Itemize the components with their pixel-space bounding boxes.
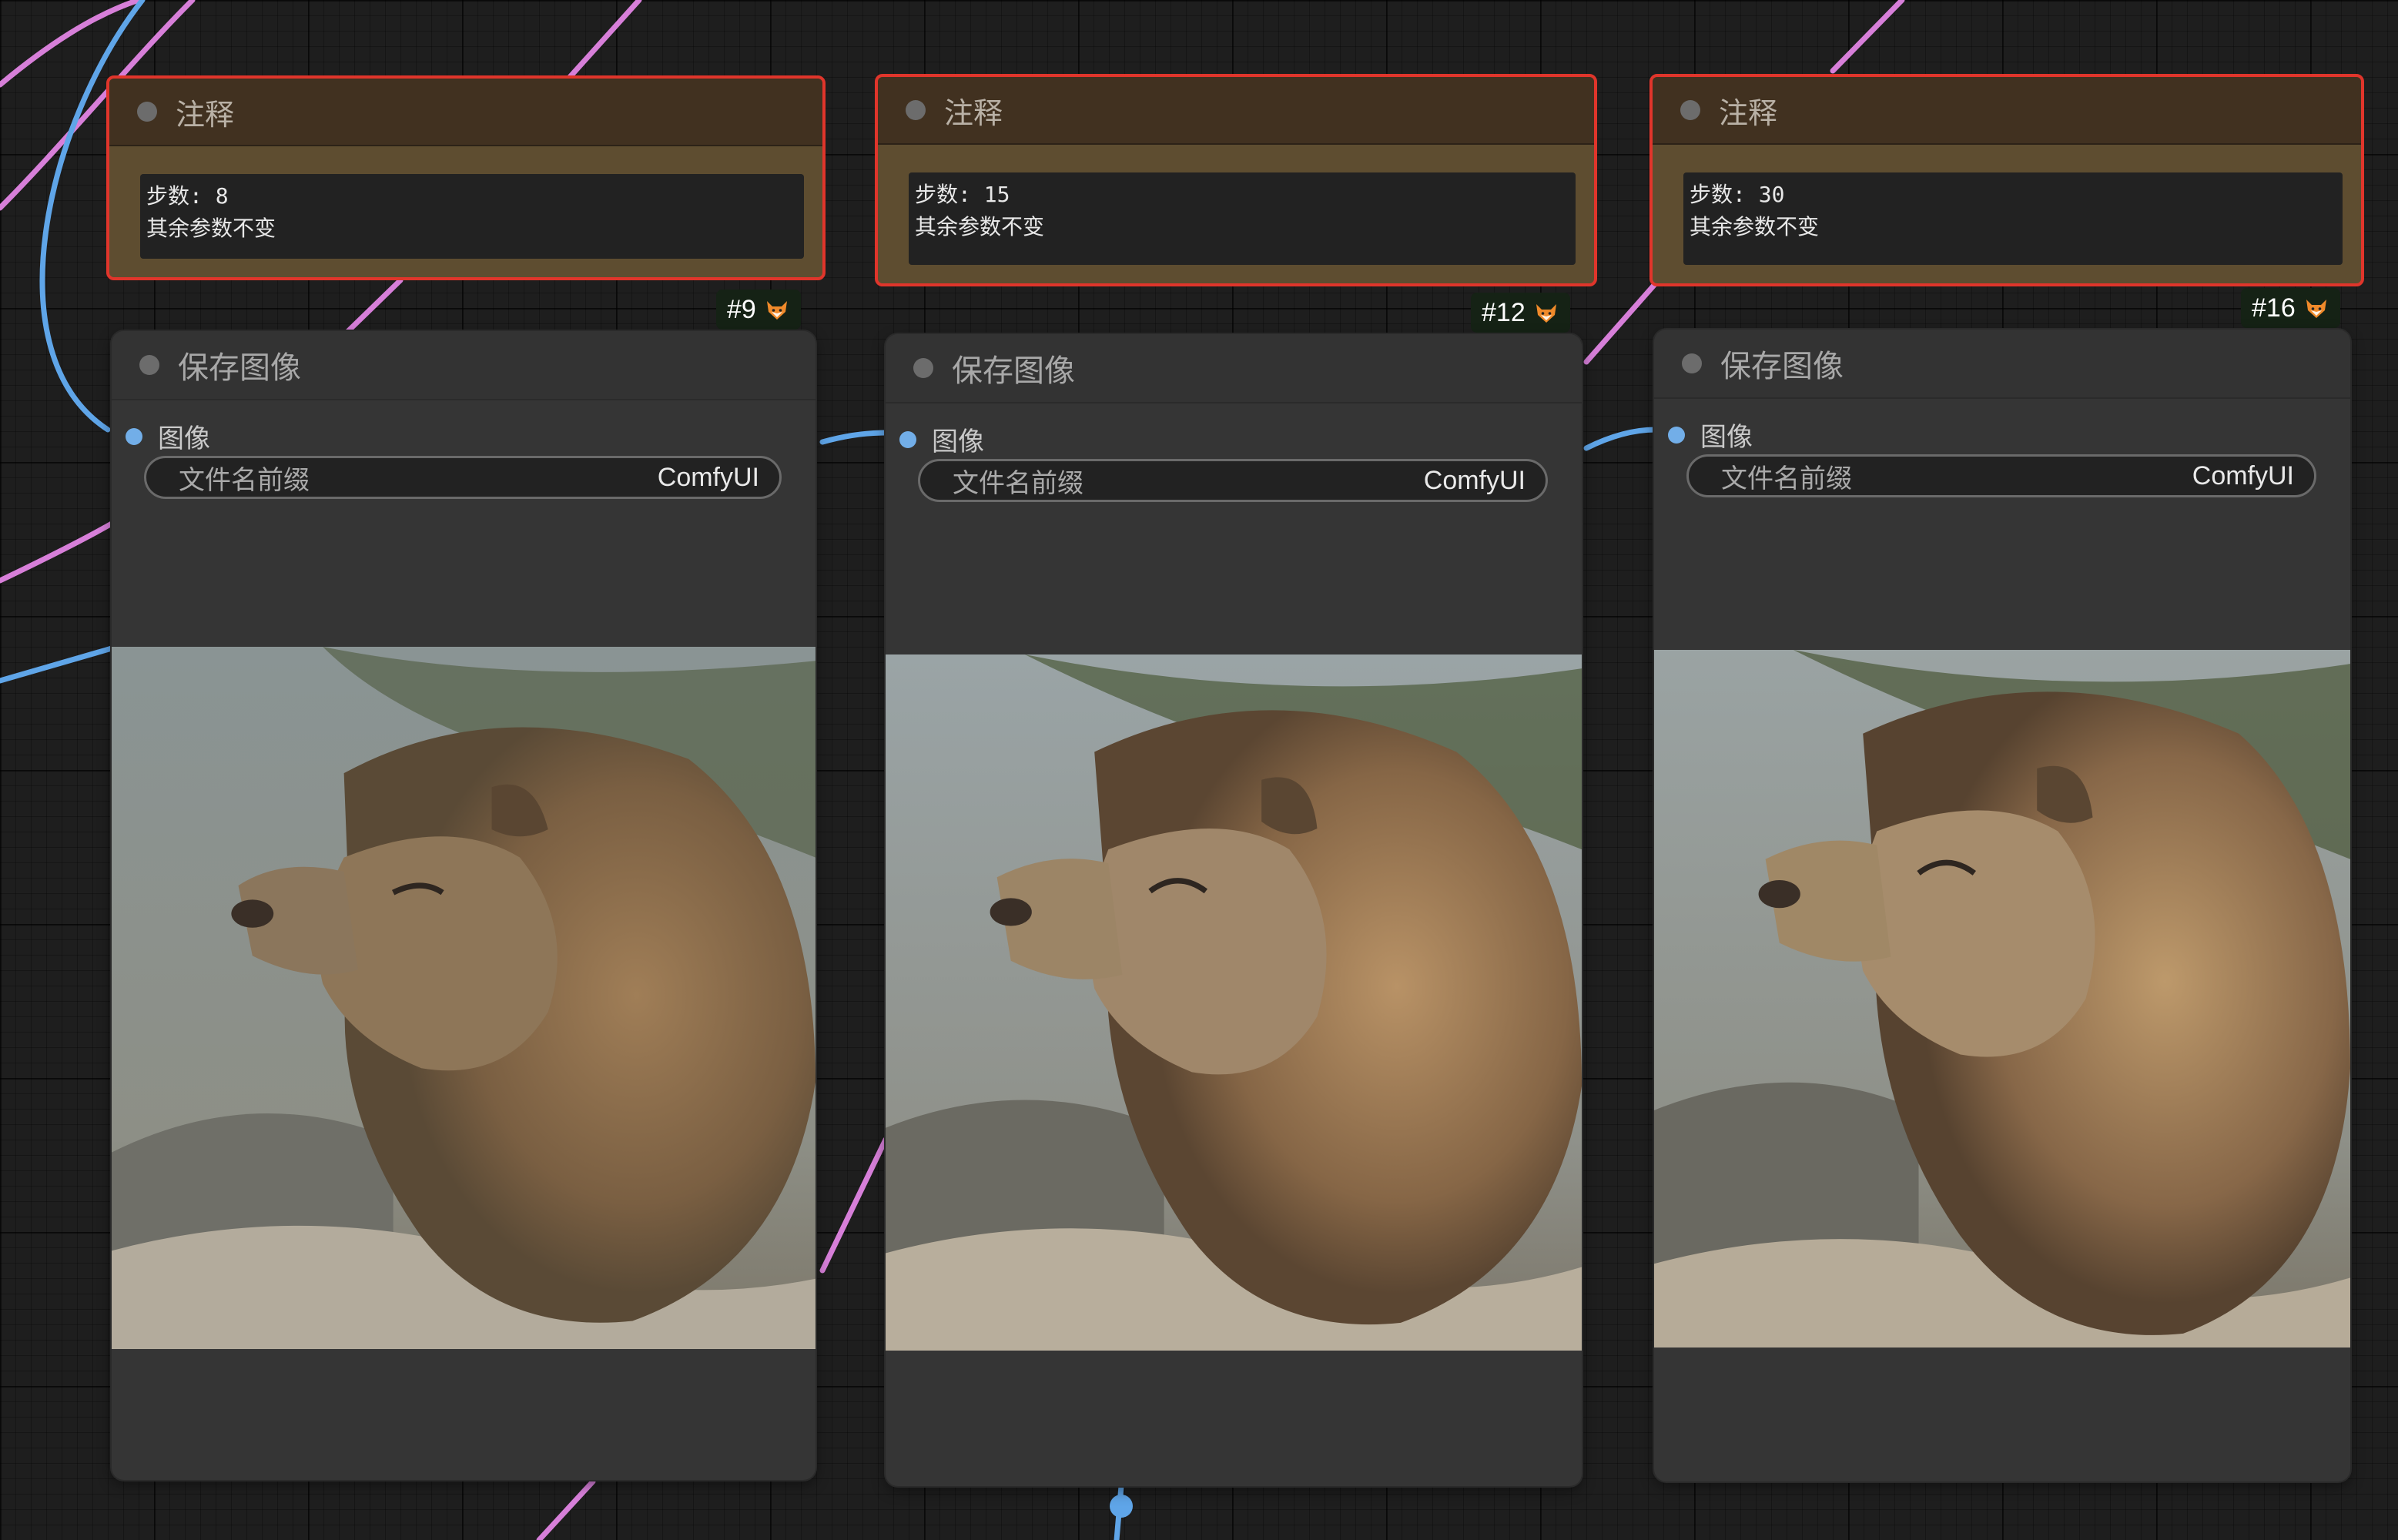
collapse-dot-icon[interactable]	[1682, 353, 1702, 373]
collapse-dot-icon[interactable]	[906, 100, 926, 120]
image-preview[interactable]	[1654, 650, 2350, 1348]
note-header[interactable]: 注释	[109, 79, 822, 146]
link-pink[interactable]	[343, 277, 404, 336]
note-node-2[interactable]: 注释 步数: 15 其余参数不变	[875, 74, 1597, 286]
widget-label: 文件名前缀	[1721, 463, 1852, 494]
widget-label: 文件名前缀	[953, 467, 1083, 499]
input-slot-image[interactable]: 图像	[1668, 416, 1753, 454]
collapse-dot-icon[interactable]	[137, 102, 157, 122]
node-title: 保存图像	[1720, 349, 1844, 384]
note-node-1[interactable]: 注释 步数: 8 其余参数不变	[106, 75, 826, 280]
link-pink[interactable]	[1583, 280, 1659, 365]
link-blue[interactable]	[1583, 427, 1659, 451]
link-pink[interactable]	[567, 0, 642, 80]
note-node-3[interactable]: 注释 步数: 30 其余参数不变	[1649, 74, 2364, 286]
image-preview[interactable]	[886, 654, 1582, 1351]
link-blue[interactable]	[819, 430, 889, 445]
filename-prefix-field[interactable]: 文件名前缀 ComfyUI	[918, 459, 1548, 502]
node-title: 保存图像	[952, 353, 1075, 389]
node-id-badge: #12	[1471, 293, 1570, 333]
note-textarea[interactable]: 步数: 30 其余参数不变	[1683, 172, 2343, 265]
node-id-badge: #9	[716, 290, 801, 330]
input-label: 图像	[932, 427, 984, 457]
image-preview[interactable]	[112, 647, 816, 1349]
note-textarea[interactable]: 步数: 8 其余参数不变	[140, 174, 804, 259]
note-title: 注释	[1719, 95, 1778, 130]
input-slot-image[interactable]: 图像	[899, 420, 984, 458]
note-header[interactable]: 注释	[878, 77, 1594, 145]
collapse-dot-icon[interactable]	[1680, 100, 1700, 120]
link-pink[interactable]	[0, 521, 115, 584]
widget-value[interactable]: ComfyUI	[658, 463, 759, 493]
widget-value[interactable]: ComfyUI	[2192, 461, 2294, 491]
save-image-node-2[interactable]: 保存图像 图像 文件名前缀 ComfyUI	[886, 334, 1582, 1486]
save-image-node-1[interactable]: 保存图像 图像 文件名前缀 ComfyUI	[112, 331, 816, 1480]
node-id: #12	[1482, 297, 1526, 327]
input-label: 图像	[1700, 422, 1753, 453]
filename-prefix-field[interactable]: 文件名前缀 ComfyUI	[1686, 454, 2316, 497]
input-slot-image[interactable]: 图像	[126, 417, 210, 455]
lion-image	[112, 647, 816, 1349]
link-pink[interactable]	[819, 1137, 889, 1274]
node-header[interactable]: 保存图像	[1654, 330, 2350, 399]
fox-icon	[2306, 300, 2326, 318]
output-slot-dot[interactable]	[1110, 1495, 1133, 1518]
node-id: #16	[2252, 293, 2296, 323]
lion-image	[886, 654, 1582, 1351]
note-header[interactable]: 注释	[1653, 77, 2361, 145]
note-title: 注释	[944, 95, 1003, 130]
fox-icon	[766, 301, 787, 320]
input-dot-icon[interactable]	[899, 430, 916, 448]
node-id: #9	[727, 294, 756, 324]
note-title: 注释	[176, 97, 235, 132]
node-header[interactable]: 保存图像	[112, 331, 816, 400]
widget-label: 文件名前缀	[179, 464, 310, 496]
save-image-node-3[interactable]: 保存图像 图像 文件名前缀 ComfyUI	[1654, 330, 2350, 1481]
collapse-dot-icon[interactable]	[139, 355, 159, 375]
note-textarea[interactable]: 步数: 15 其余参数不变	[909, 172, 1576, 265]
link-pink[interactable]	[1830, 0, 1905, 74]
input-dot-icon[interactable]	[1668, 426, 1685, 444]
node-title: 保存图像	[178, 350, 301, 386]
lion-image	[1654, 650, 2350, 1348]
link-pink[interactable]	[536, 1478, 596, 1540]
node-id-badge: #16	[2241, 288, 2340, 328]
collapse-dot-icon[interactable]	[913, 358, 933, 378]
fox-icon	[1536, 304, 1556, 323]
input-dot-icon[interactable]	[126, 427, 142, 445]
input-label: 图像	[158, 424, 210, 454]
node-header[interactable]: 保存图像	[886, 334, 1582, 403]
link-blue[interactable]	[0, 645, 115, 684]
link-pink[interactable]	[0, 0, 142, 88]
filename-prefix-field[interactable]: 文件名前缀 ComfyUI	[144, 456, 782, 499]
widget-value[interactable]: ComfyUI	[1424, 466, 1526, 496]
